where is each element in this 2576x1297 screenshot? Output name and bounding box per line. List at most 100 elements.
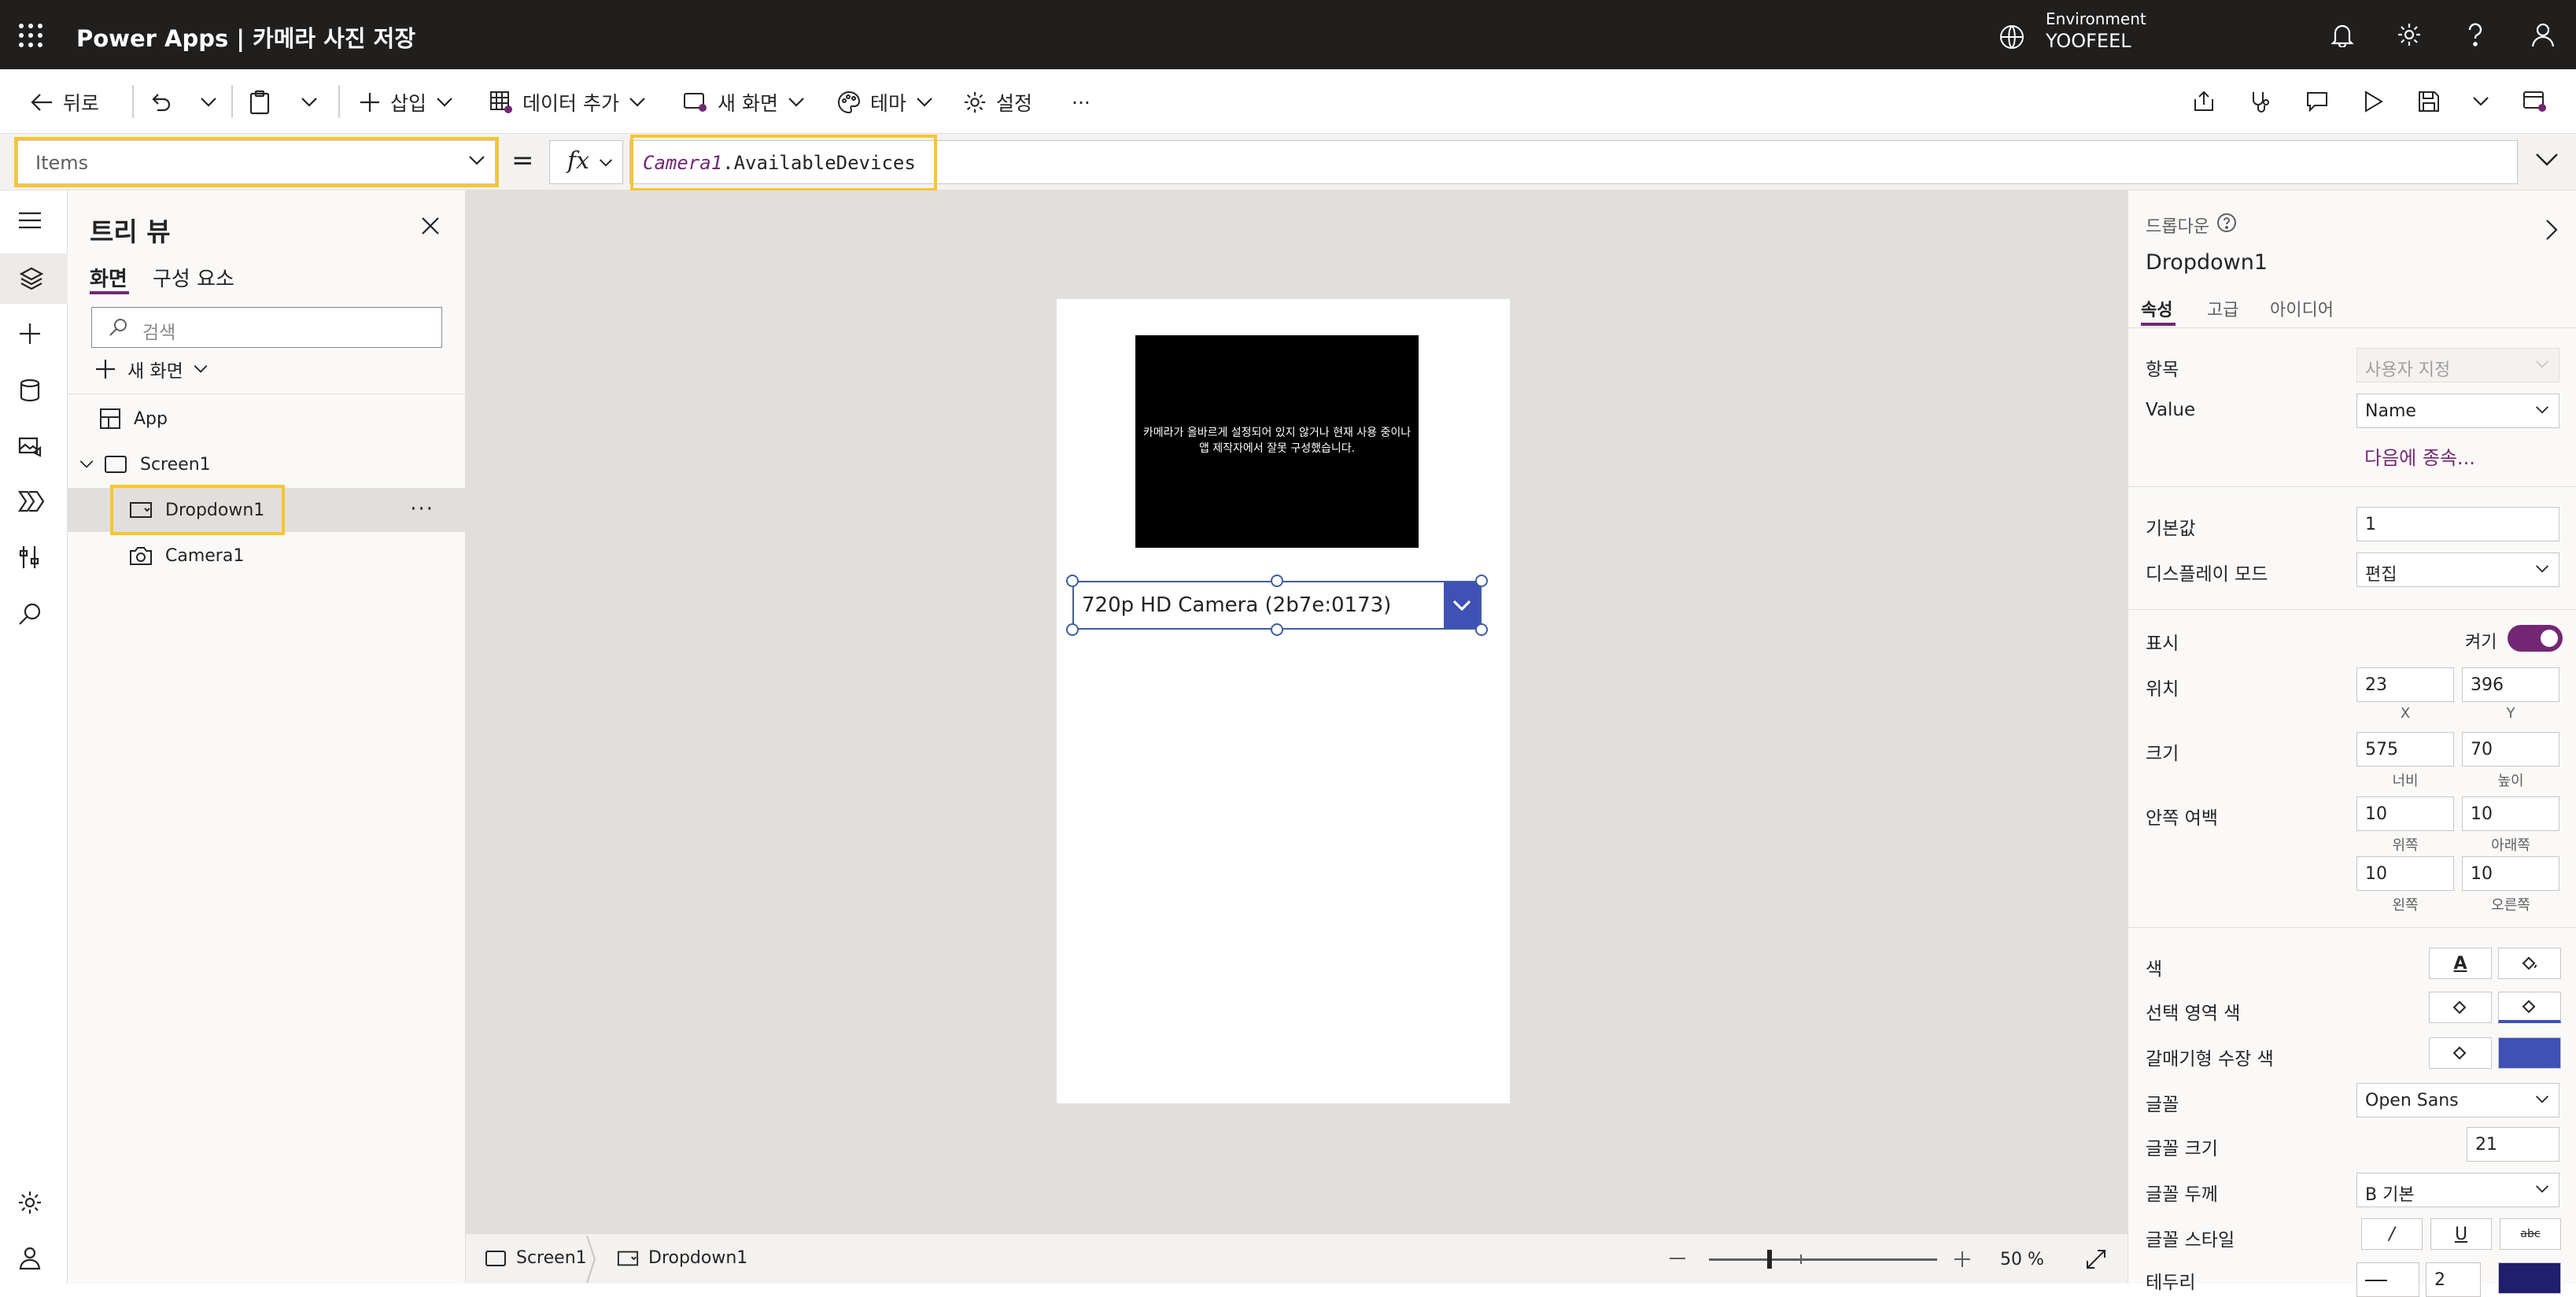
formula-input[interactable]: Camera1.AvailableDevices <box>629 135 2518 191</box>
border-color-swatch[interactable] <box>2498 1262 2561 1294</box>
selection-color-button[interactable] <box>2429 992 2492 1023</box>
x-input[interactable]: 23 <box>2356 667 2454 702</box>
tab-components[interactable]: 구성 요소 <box>153 263 234 292</box>
zoom-in-icon[interactable] <box>1953 1250 1972 1269</box>
preview-play-icon[interactable] <box>2362 90 2384 113</box>
zoom-out-icon[interactable] <box>1670 1258 1685 1259</box>
chevron-fill-swatch[interactable] <box>2498 1037 2561 1069</box>
padding-right-input[interactable]: 10 <box>2462 856 2559 891</box>
settings-gear-icon[interactable] <box>2397 22 2422 47</box>
italic-button[interactable]: / <box>2361 1218 2423 1250</box>
y-input[interactable]: 396 <box>2462 667 2559 702</box>
environment-icon[interactable] <box>1998 24 2025 50</box>
tree-new-screen-button[interactable]: 새 화면 <box>94 356 220 382</box>
resize-handle[interactable] <box>1475 575 1488 587</box>
tab-advanced[interactable]: 고급 <box>2207 296 2238 321</box>
display-mode-select[interactable]: 편집 <box>2356 552 2559 587</box>
breadcrumb-control[interactable]: Dropdown1 <box>617 1248 747 1268</box>
value-select[interactable]: Name <box>2356 394 2559 428</box>
padding-top-input[interactable]: 10 <box>2356 796 2454 831</box>
paste-icon[interactable] <box>249 87 280 118</box>
underline-button[interactable]: U <box>2430 1218 2492 1250</box>
environment-name[interactable]: YOOFEEL <box>2046 30 2131 52</box>
chevron-color-button[interactable] <box>2429 1037 2492 1069</box>
publish-icon[interactable] <box>2522 90 2548 113</box>
node-more-options-button[interactable]: ··· <box>410 497 434 521</box>
zoom-slider[interactable] <box>1709 1258 1937 1261</box>
dropdown-control[interactable]: 720p HD Camera (2b7e:0173) <box>1072 581 1482 630</box>
save-chevron-down-icon[interactable] <box>2472 96 2489 107</box>
tree-search-input[interactable]: 검색 <box>91 307 442 348</box>
undo-chevron-down-icon[interactable] <box>200 87 227 118</box>
insert-button[interactable]: 삽입 <box>359 87 463 118</box>
paste-chevron-down-icon[interactable] <box>301 87 327 118</box>
tab-properties[interactable]: 속성 <box>2141 296 2172 321</box>
hamburger-menu-icon[interactable] <box>17 211 42 230</box>
collapse-pane-chevron-right-icon[interactable] <box>2545 219 2558 241</box>
font-weight-select[interactable]: B 기본 <box>2356 1173 2559 1207</box>
strikethrough-button[interactable]: abc <box>2500 1218 2561 1250</box>
new-screen-button[interactable]: 새 화면 <box>683 87 814 118</box>
resize-handle[interactable] <box>1271 623 1283 636</box>
depends-on-link[interactable]: 다음에 종속... <box>2364 442 2475 470</box>
property-selector[interactable]: Items <box>14 137 499 187</box>
visible-toggle[interactable] <box>2508 625 2563 652</box>
close-icon[interactable] <box>420 216 441 236</box>
settings-button[interactable]: 설정 <box>963 87 1032 118</box>
help-icon[interactable] <box>2464 22 2486 47</box>
height-input[interactable]: 70 <box>2462 732 2559 767</box>
resize-handle[interactable] <box>1475 623 1488 636</box>
app-checker-icon[interactable] <box>2249 90 2272 113</box>
data-cylinder-icon[interactable] <box>17 378 42 403</box>
theme-button[interactable]: 테마 <box>837 87 943 118</box>
account-icon[interactable] <box>2530 22 2556 47</box>
tab-screens[interactable]: 화면 <box>90 263 127 292</box>
back-button[interactable]: 뒤로 <box>30 87 99 118</box>
font-select[interactable]: Open Sans <box>2356 1083 2559 1118</box>
tree-view-layers-icon[interactable] <box>0 253 68 304</box>
advanced-tools-icon[interactable] <box>17 545 41 570</box>
control-name[interactable]: Dropdown1 <box>2146 250 2268 275</box>
save-icon[interactable] <box>2417 90 2441 113</box>
virtual-agent-icon[interactable] <box>17 1245 42 1270</box>
insert-plus-icon[interactable] <box>17 321 42 346</box>
info-icon[interactable] <box>2216 212 2237 233</box>
breadcrumb-screen[interactable]: Screen1 <box>485 1248 587 1268</box>
tab-ideas[interactable]: 아이디어 <box>2270 296 2334 321</box>
expand-formula-chevron-down-icon[interactable] <box>2535 153 2559 167</box>
border-thickness-input[interactable]: 2 <box>2426 1262 2481 1297</box>
tree-node-dropdown1[interactable]: Dropdown1 ··· <box>68 485 466 535</box>
default-input[interactable]: 1 <box>2356 507 2559 541</box>
add-data-button[interactable]: 데이터 추가 <box>489 87 655 118</box>
width-input[interactable]: 575 <box>2356 732 2454 767</box>
more-commands-button[interactable]: ··· <box>1072 87 1091 118</box>
tree-node-app[interactable]: App <box>68 397 466 441</box>
selection-fill-button[interactable] <box>2498 992 2561 1023</box>
media-icon[interactable] <box>17 434 42 460</box>
notifications-icon[interactable] <box>2331 22 2354 47</box>
share-icon[interactable] <box>2192 90 2216 113</box>
power-automate-icon[interactable] <box>17 490 44 513</box>
padding-left-input[interactable]: 10 <box>2356 856 2454 891</box>
zoom-slider-thumb[interactable] <box>1767 1250 1772 1269</box>
comments-icon[interactable] <box>2305 90 2329 113</box>
resize-handle[interactable] <box>1066 623 1079 636</box>
text-color-button[interactable]: A <box>2429 948 2492 979</box>
undo-icon[interactable] <box>149 87 181 118</box>
tree-node-camera1[interactable]: Camera1 <box>68 534 466 578</box>
resize-handle[interactable] <box>1271 575 1283 587</box>
chevron-down-icon[interactable] <box>79 460 94 469</box>
fit-to-window-icon[interactable] <box>2085 1248 2107 1270</box>
tree-node-screen1[interactable]: Screen1 <box>68 442 466 486</box>
resize-handle[interactable] <box>1066 575 1079 587</box>
dropdown-chevron-button[interactable] <box>1444 582 1480 628</box>
search-icon[interactable] <box>17 601 42 626</box>
app-launcher-icon[interactable] <box>17 22 44 49</box>
fill-color-button[interactable] <box>2498 948 2561 979</box>
font-size-input[interactable]: 21 <box>2467 1127 2559 1162</box>
screen-preview[interactable]: 카메라가 올바르게 설정되어 있지 않거나 현재 사용 중이나 앱 제작자에서 … <box>1057 299 1510 1103</box>
app-settings-gear-icon[interactable] <box>17 1190 42 1215</box>
border-style-select[interactable] <box>2356 1262 2419 1297</box>
padding-bottom-input[interactable]: 10 <box>2462 796 2559 831</box>
function-button[interactable]: fx <box>549 140 623 184</box>
